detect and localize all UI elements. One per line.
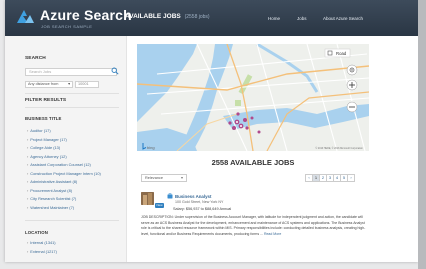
filter-item-label: City Research Scientist (7): [30, 196, 77, 201]
filter-item-location[interactable]: › Internal (1341): [27, 240, 56, 245]
filter-item-label: Construction Project Manager Intern (10): [30, 170, 101, 176]
search-icon[interactable]: [111, 67, 119, 75]
map-pin[interactable]: [238, 123, 244, 129]
chevron-right-icon: ›: [27, 187, 29, 193]
filter-item-label: Administrative Assistant (8): [30, 179, 78, 184]
page-title-text: AVAILABLE JOBS: [125, 13, 181, 20]
filter-item-business-title[interactable]: › Auditor (17): [27, 128, 51, 133]
company-logo: [141, 192, 154, 205]
browser-frame: Azure Search JOB SEARCH SAMPLE AVAILABLE…: [0, 0, 426, 269]
sidebar-divider: [25, 93, 119, 94]
nav-about[interactable]: About Azure Search: [323, 16, 363, 21]
briefcase-icon: [167, 193, 173, 199]
job-address: 100 Gold Street, New York NY: [175, 200, 224, 204]
job-title[interactable]: Business Analyst: [175, 194, 211, 199]
filter-item-label: Project Manager (17): [30, 136, 67, 142]
cloud-icon[interactable]: [15, 7, 36, 28]
filter-item-location[interactable]: › External (1217): [27, 249, 57, 254]
results-count: 2558 AVAILABLE JOBS: [211, 158, 295, 167]
nav-home[interactable]: Home: [268, 16, 280, 21]
filter-item-business-title[interactable]: › College Aide (13): [27, 145, 60, 150]
locate-icon[interactable]: [346, 64, 358, 76]
map-pin[interactable]: [250, 116, 254, 120]
chevron-down-icon: ▾: [68, 82, 70, 86]
map-pin[interactable]: [236, 112, 240, 116]
sort-value: Relevance: [145, 176, 163, 180]
filter-item-business-title[interactable]: › Administrative Assistant (8): [27, 179, 77, 184]
chevron-right-icon: ›: [27, 145, 29, 150]
distance-label: Any distance from: [28, 82, 59, 86]
job-description: JOB DESCRIPTION: Under supervision of th…: [141, 215, 369, 237]
nav-jobs[interactable]: Jobs: [297, 16, 307, 21]
filter-item-business-title[interactable]: › Construction Project Manager Intern (10…: [27, 171, 101, 176]
map-pin[interactable]: [245, 126, 249, 130]
filter-item-label: Internal (1341): [30, 240, 56, 245]
filter-item-label: External (1217): [30, 249, 57, 254]
business-title-heading: BUSINESS TITLE: [25, 116, 62, 121]
filter-item-label: College Aide (13): [30, 145, 61, 150]
sidebar-divider: [25, 107, 119, 108]
filter-item-label: Watershed Maintainer (7): [30, 204, 75, 210]
map-pin[interactable]: [228, 121, 232, 125]
job-map[interactable]: Road bing © 2016 HERE, © 2016 Microsoft …: [137, 44, 369, 151]
header-bar: Azure Search JOB SEARCH SAMPLE AVAILABLE…: [5, 0, 418, 36]
map-copyright: © 2016 HERE, © 2016 Microsoft Corporatio…: [315, 147, 363, 150]
new-badge: New: [155, 203, 164, 208]
chevron-right-icon: ›: [27, 170, 29, 176]
chevron-right-icon: ›: [27, 204, 29, 210]
app-window: Azure Search JOB SEARCH SAMPLE AVAILABLE…: [5, 0, 418, 262]
job-description-text: JOB DESCRIPTION: Under supervision of th…: [141, 215, 366, 236]
page-title-count: (2558 jobs): [184, 14, 210, 20]
chevron-right-icon: ›: [27, 196, 29, 201]
filter-heading: FILTER RESULTS: [25, 98, 67, 103]
chevron-right-icon: ›: [27, 153, 29, 159]
search-input[interactable]: Search Jobs: [25, 68, 117, 76]
filter-item-business-title[interactable]: › Project Manager (17): [27, 137, 67, 142]
filter-item-business-title[interactable]: › Watershed Maintainer (7): [27, 205, 74, 210]
map-pin[interactable]: [243, 118, 247, 122]
chevron-right-icon: ›: [27, 162, 29, 167]
pagination: ‹ 1 2 3 4 5 ›: [305, 174, 355, 182]
chevron-right-icon: ›: [27, 240, 29, 245]
sort-select[interactable]: Relevance ▾: [141, 174, 187, 182]
chevron-right-icon: ›: [27, 179, 29, 184]
window-edge: [418, 0, 426, 269]
job-result: New Business Analyst 100 Gold Street, Ne…: [141, 192, 369, 262]
read-more-link[interactable]: Read More: [264, 232, 281, 236]
filter-item-business-title[interactable]: › Assistant Corporation Counsel (12): [27, 162, 91, 167]
map-canvas[interactable]: Road bing © 2016 HERE, © 2016 Microsoft …: [137, 44, 369, 151]
sidebar-divider: [25, 220, 119, 221]
filter-item-business-title[interactable]: › City Research Scientist (7): [27, 196, 76, 201]
distance-select[interactable]: Any distance from ▾: [25, 81, 73, 88]
map-pin[interactable]: [234, 119, 240, 125]
chevron-right-icon: ›: [27, 136, 29, 142]
location-heading: LOCATION: [25, 230, 48, 235]
map-pin[interactable]: [257, 130, 261, 134]
filter-item-label: Auditor (17): [30, 128, 51, 133]
map-type-label: Road: [336, 51, 347, 56]
brand-subtitle: JOB SEARCH SAMPLE: [41, 24, 93, 29]
filter-item-business-title[interactable]: › Agency Attorney (12): [27, 154, 67, 159]
chevron-down-icon: ▾: [180, 175, 183, 180]
filter-item-business-title[interactable]: › Procurement Analyst (8): [27, 188, 72, 193]
chevron-right-icon: ›: [27, 249, 29, 254]
map-pin[interactable]: [232, 126, 236, 130]
brand-name[interactable]: Azure Search: [40, 7, 132, 23]
filter-item-label: Agency Attorney (12): [30, 153, 67, 159]
filter-item-label: Procurement Analyst (8): [30, 187, 73, 193]
zoom-out-button[interactable]: [346, 101, 358, 113]
pagination-next[interactable]: ›: [347, 174, 355, 182]
zip-input[interactable]: 10001: [75, 81, 99, 88]
filter-item-label: Assistant Corporation Counsel (12): [30, 162, 91, 167]
zoom-in-button[interactable]: [346, 79, 358, 91]
map-provider-label: bing: [147, 145, 155, 150]
job-salary: Salary: $56,937 to $88,649 Annual: [173, 207, 232, 211]
chevron-right-icon: ›: [27, 128, 29, 133]
search-heading: SEARCH: [25, 56, 46, 61]
page-title: AVAILABLE JOBS (2558 jobs): [125, 13, 210, 20]
